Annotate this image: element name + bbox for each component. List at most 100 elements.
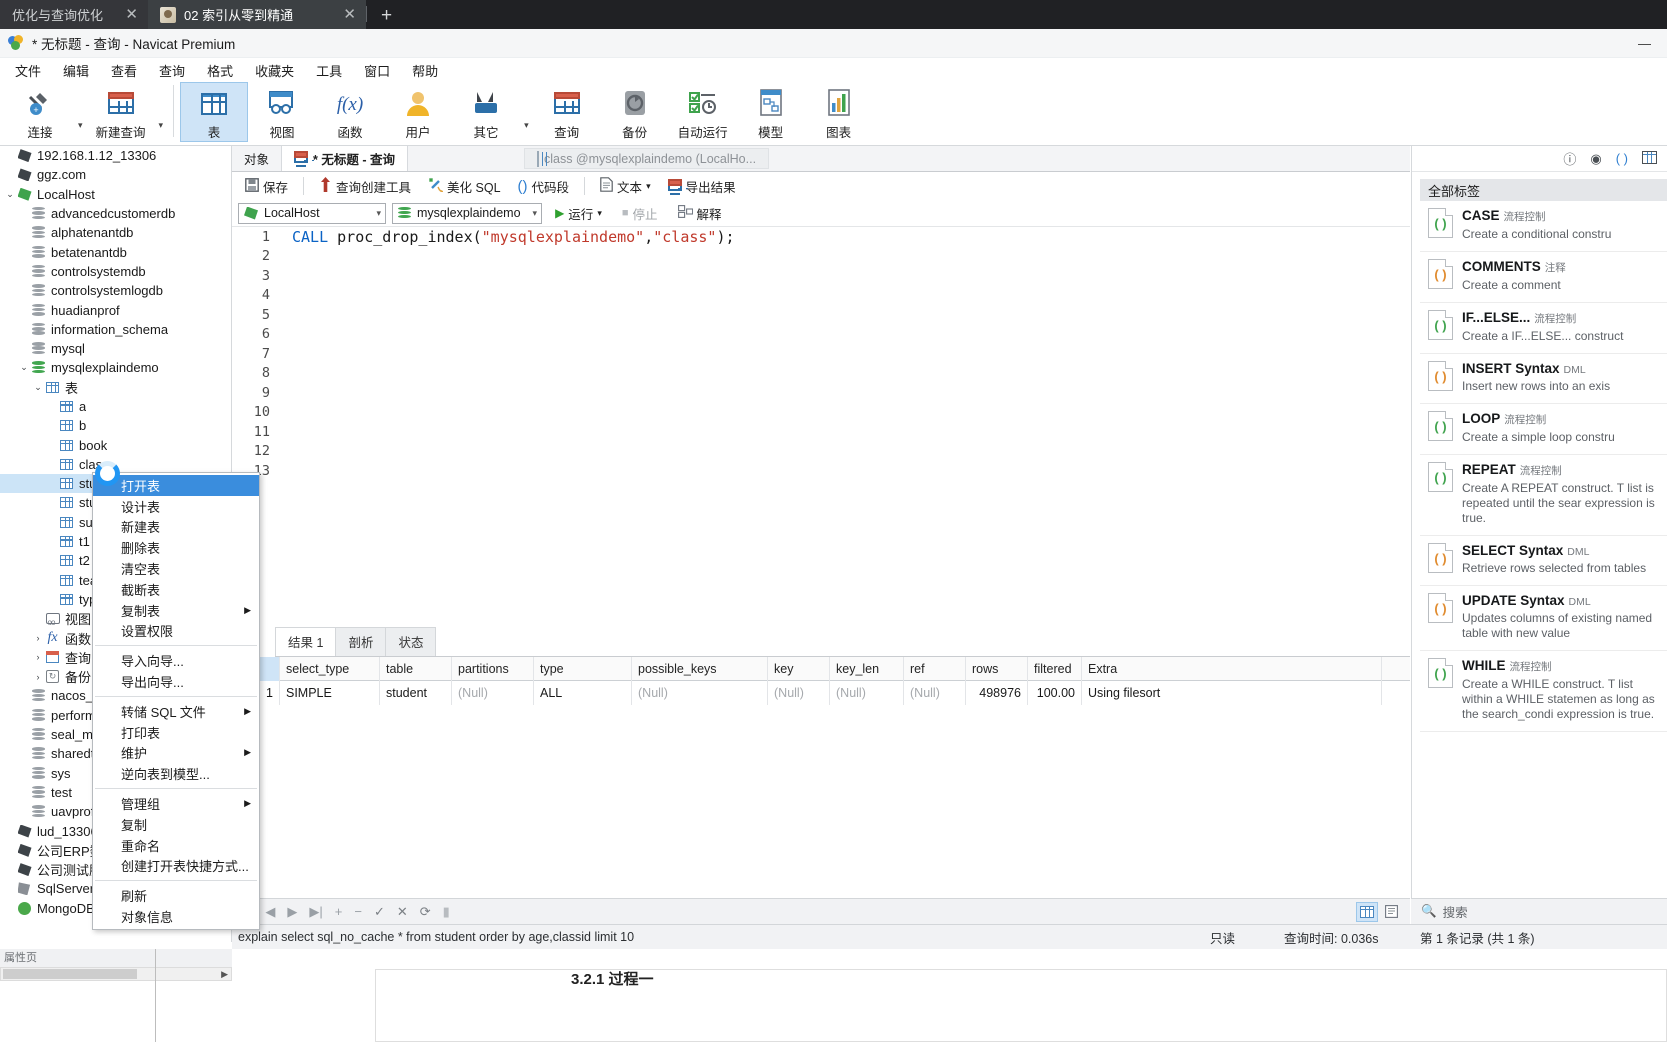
tab-result-1[interactable]: 结果 1 — [275, 627, 337, 656]
tree-node[interactable]: huadianprof — [0, 300, 231, 319]
info-icon[interactable]: ⓘ — [1563, 149, 1576, 168]
context-menu-item[interactable]: 逆向表到模型... — [93, 763, 259, 784]
toolbar-function[interactable]: f(x) 函数 — [316, 82, 384, 142]
chevron-down-icon[interactable]: ▾ — [74, 120, 87, 131]
close-icon[interactable]: ✕ — [341, 7, 358, 22]
tree-node[interactable]: ⌄ LocalHost — [0, 185, 231, 204]
chevron-down-icon[interactable]: ▾ — [597, 208, 602, 219]
snippet-item[interactable]: ( ) UPDATE Syntax DML Updates columns of ex… — [1420, 586, 1667, 651]
next-record-button[interactable]: ▶ — [287, 904, 297, 920]
grid-cell[interactable]: 498976 — [966, 681, 1028, 705]
browser-tab-1[interactable]: 优化与查询优化 ✕ — [0, 0, 148, 29]
database-select[interactable]: mysqlexplaindemo ▾ — [392, 202, 543, 224]
grid-cell[interactable]: student — [380, 681, 452, 705]
prev-record-button[interactable]: ◀ — [265, 904, 275, 920]
save-button[interactable]: 保存 — [238, 174, 295, 199]
tab-status[interactable]: 状态 — [385, 627, 437, 656]
chevron-down-icon[interactable]: ▾ — [370, 208, 381, 219]
snippet-item[interactable]: ( ) CASE 流程控制 Create a conditional constru — [1420, 201, 1667, 252]
grid-row[interactable]: 1 SIMPLE student (Null) ALL (Null) (Null) (Null… — [232, 681, 1410, 705]
snippet-list[interactable]: ( ) CASE 流程控制 Create a conditional constru (… — [1412, 201, 1667, 732]
context-menu-item[interactable]: 新建表 — [93, 517, 259, 538]
menu-format[interactable]: 格式 — [196, 58, 244, 83]
snippet-item[interactable]: ( ) SELECT Syntax DML Retrieve rows selecte… — [1420, 536, 1667, 586]
add-record-button[interactable]: + — [335, 904, 343, 919]
grid-cell[interactable]: (Null) — [830, 681, 904, 705]
toolbar-backup[interactable]: 备份 — [601, 82, 669, 142]
context-menu-item[interactable]: 设计表 — [93, 496, 259, 517]
menu-query[interactable]: 查询 — [148, 58, 196, 83]
snippet-icon[interactable]: ( ) — [1616, 151, 1628, 166]
context-menu-item[interactable]: 重命名 — [93, 835, 259, 856]
editor-line[interactable]: 6 — [232, 325, 1410, 345]
context-menu-item[interactable]: 清空表 — [93, 558, 259, 579]
tree-twisty[interactable]: ⌄ — [32, 382, 44, 393]
grid-column-header[interactable]: partitions — [452, 657, 534, 681]
toolbar-connection[interactable]: + 连接 — [6, 82, 74, 142]
context-menu-item[interactable]: 维护 ▶ — [93, 743, 259, 764]
explain-button[interactable]: 解释 — [671, 201, 729, 226]
menu-file[interactable]: 文件 — [4, 58, 52, 83]
result-grid[interactable]: select_type table partitions type possible_k… — [232, 657, 1410, 897]
context-menu-item[interactable]: 导入向导... — [93, 650, 259, 671]
toolbar-automation[interactable]: 自动运行 — [669, 82, 737, 142]
toolbar-chart[interactable]: 图表 — [805, 82, 873, 142]
tab-objects[interactable]: 对象 — [232, 146, 283, 171]
toolbar-new-query[interactable]: 新建查询 — [87, 82, 155, 142]
delete-record-button[interactable]: − — [354, 904, 362, 919]
context-menu-item[interactable]: 打印表 — [93, 722, 259, 743]
horizontal-scrollbar[interactable]: ▶ — [0, 967, 232, 981]
editor-line[interactable]: 2 — [232, 247, 1410, 267]
sql-editor[interactable]: 1 CALL proc_drop_index("mysqlexplaindemo"… — [232, 226, 1410, 628]
tree-node[interactable]: controlsystemlogdb — [0, 281, 231, 300]
chevron-down-icon[interactable]: ▾ — [520, 120, 533, 131]
toolbar-other[interactable]: 其它 — [452, 82, 520, 142]
menu-help[interactable]: 帮助 — [401, 58, 449, 83]
minimize-button[interactable]: — — [1622, 29, 1667, 58]
grid-cell[interactable]: (Null) — [452, 681, 534, 705]
tree-node[interactable]: ⌄ mysqlexplaindemo — [0, 358, 231, 377]
editor-line[interactable]: 11 — [232, 422, 1410, 442]
grid-cell[interactable]: SIMPLE — [280, 681, 380, 705]
tree-node[interactable]: b — [0, 416, 231, 435]
tree-node[interactable]: advancedcustomerdb — [0, 204, 231, 223]
snippet-item[interactable]: ( ) REPEAT 流程控制 Create A REPEAT construct. … — [1420, 455, 1667, 536]
snippet-item[interactable]: ( ) WHILE 流程控制 Create a WHILE construct. T … — [1420, 651, 1667, 732]
context-menu-item[interactable]: 删除表 — [93, 537, 259, 558]
toolbar-view[interactable]: 视图 — [248, 82, 316, 142]
tree-twisty[interactable]: ⌄ — [18, 362, 30, 373]
export-results-button[interactable]: 导出结果 — [661, 174, 743, 199]
editor-line[interactable]: 7 — [232, 344, 1410, 364]
tree-node[interactable]: mysql — [0, 339, 231, 358]
snippet-button[interactable]: () 代码段 — [511, 174, 577, 199]
editor-line[interactable]: 3 — [232, 266, 1410, 286]
tree-twisty[interactable]: › — [32, 652, 44, 662]
editor-line[interactable]: 4 — [232, 286, 1410, 306]
tree-node[interactable]: ggz.com — [0, 165, 231, 184]
grid-icon[interactable] — [1642, 150, 1657, 167]
refresh-icon[interactable]: ⟳ — [420, 904, 431, 920]
grid-cell[interactable]: (Null) — [768, 681, 830, 705]
table-context-menu[interactable]: 打开表 设计表 新建表 删除表 清空表 截断表 复制表 ▶ 设置权限 导入向导... 导出向导...… — [92, 472, 260, 930]
tree-node[interactable]: betatenantdb — [0, 242, 231, 261]
grid-column-header[interactable]: key_len — [830, 657, 904, 681]
tree-node[interactable]: a — [0, 397, 231, 416]
grid-column-header[interactable]: filtered — [1028, 657, 1082, 681]
beautify-sql-button[interactable]: 美化 SQL — [421, 174, 508, 199]
new-tab-button[interactable]: + — [369, 5, 404, 29]
context-menu-item[interactable]: 设置权限 — [93, 621, 259, 642]
cancel-button[interactable]: ✕ — [397, 904, 408, 920]
context-menu-item[interactable]: 导出向导... — [93, 671, 259, 692]
last-record-button[interactable]: ▶| — [309, 904, 322, 920]
text-button[interactable]: 文本 ▾ — [593, 174, 658, 199]
tree-node[interactable]: information_schema — [0, 320, 231, 339]
grid-cell[interactable]: Using filesort — [1082, 681, 1382, 705]
tab-untitled-query[interactable]: * 无标题 - 查询 — [282, 146, 408, 171]
menu-window[interactable]: 窗口 — [353, 58, 401, 83]
grid-cell[interactable]: (Null) — [632, 681, 768, 705]
context-menu-item[interactable]: 创建打开表快捷方式... — [93, 856, 259, 877]
snippet-item[interactable]: ( ) INSERT Syntax DML Insert new rows into … — [1420, 354, 1667, 404]
grid-cell[interactable]: ALL — [534, 681, 632, 705]
menu-favorites[interactable]: 收藏夹 — [244, 58, 305, 83]
grid-cell[interactable]: (Null) — [904, 681, 966, 705]
